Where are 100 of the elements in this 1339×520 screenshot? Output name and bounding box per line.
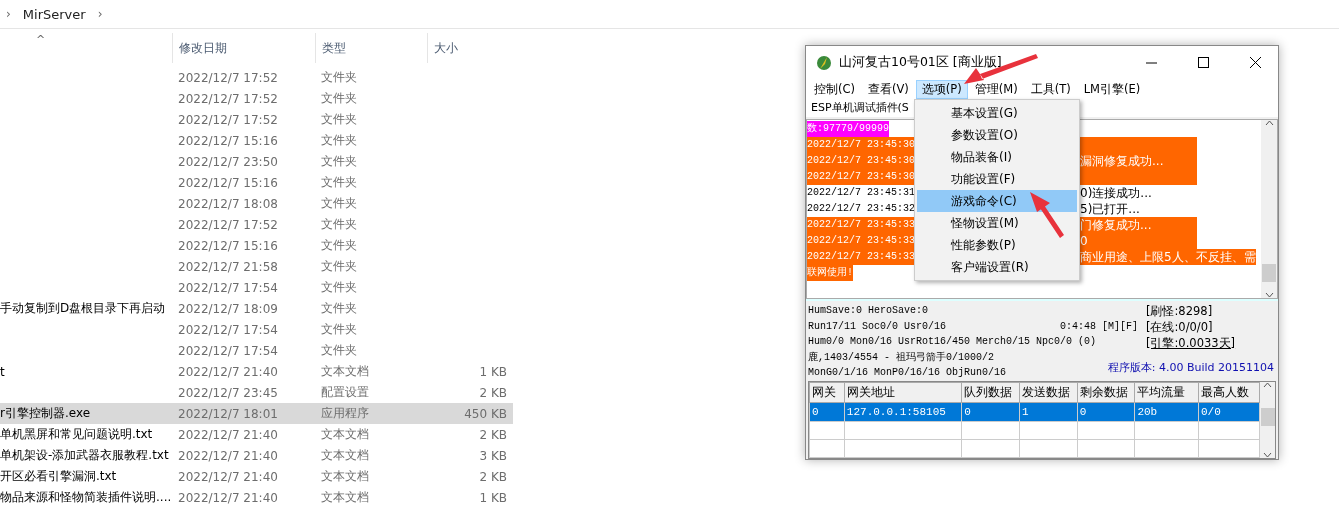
column-header[interactable]: 队列数据 [961, 382, 1020, 403]
file-row[interactable]: 开区必看引擎漏洞.txt 2022/12/7 21:40 文本文档 2 KB [0, 466, 513, 487]
file-row[interactable]: 2022/12/7 17:52 文件夹 [0, 88, 513, 109]
log-text: 数:97779/99999 [807, 121, 889, 137]
menu-item[interactable]: 查看(V) [862, 79, 915, 99]
date-cell: 2022/12/7 17:54 [178, 322, 278, 337]
column-header[interactable]: 网关地址 [844, 382, 962, 403]
log-text: 2022/12/7 23:45:31 [807, 186, 916, 200]
file-row[interactable]: 2022/12/7 15:16 文件夹 [0, 235, 513, 256]
log-text: 2022/12/7 23:45:33 [807, 249, 916, 265]
log-text: 漏洞修复成功... [1080, 153, 1198, 169]
file-row[interactable]: 单机黑屏和常见问题说明.txt 2022/12/7 21:40 文本文档 2 KB [0, 424, 513, 445]
type-cell: 应用程序 [321, 406, 369, 420]
size-cell: 1 KB [479, 364, 507, 379]
log-text: 5)已打开... [1080, 201, 1141, 217]
date-cell: 2022/12/7 21:58 [178, 259, 278, 274]
menu-item[interactable]: 客户端设置(R) [917, 256, 1077, 278]
breadcrumb-item[interactable]: MirServer [22, 6, 86, 22]
column-header[interactable]: 类型 [315, 33, 427, 63]
log-text: 0 [1080, 233, 1198, 249]
date-cell: 2022/12/7 21:40 [178, 427, 278, 442]
scroll-up-icon[interactable] [1263, 382, 1273, 388]
maximize-icon[interactable] [1197, 57, 1209, 68]
type-cell: 文本文档 [321, 427, 369, 441]
column-header[interactable]: 最高人数 [1198, 382, 1260, 403]
type-cell: 文件夹 [321, 196, 357, 210]
breadcrumb-separator: › [6, 7, 11, 21]
column-header[interactable]: 大小 [427, 33, 513, 63]
date-cell: 2022/12/7 15:16 [178, 133, 278, 148]
menu-item[interactable]: 怪物设置(M) [917, 212, 1077, 234]
file-row[interactable]: 2022/12/7 23:45 配置设置 2 KB [0, 382, 513, 403]
size-cell: 2 KB [479, 469, 507, 484]
scroll-down-icon[interactable] [1264, 292, 1274, 298]
date-cell: 2022/12/7 18:01 [178, 406, 278, 421]
arrow-drawing [1030, 192, 1064, 238]
scrollbar-thumb[interactable] [1260, 408, 1275, 426]
file-row[interactable]: 2022/12/7 15:16 文件夹 [0, 130, 513, 151]
column-header[interactable]: 发送数据 [1019, 382, 1078, 403]
scroll-down-icon[interactable] [1263, 452, 1273, 458]
type-cell: 文件夹 [321, 133, 357, 147]
menu-item[interactable]: 选项(P) [915, 79, 968, 99]
date-cell: 2022/12/7 21:40 [178, 490, 278, 505]
file-name: 单机黑屏和常见问题说明.txt [0, 427, 153, 441]
type-cell: 文件夹 [321, 154, 357, 168]
date-cell: 2022/12/7 17:52 [178, 217, 278, 232]
type-cell: 文本文档 [321, 469, 369, 483]
menu-item[interactable]: 参数设置(O) [917, 124, 1077, 146]
menu-item[interactable]: 工具(T) [1024, 79, 1077, 99]
uptime-text: 0:4:48 [M][F] [1060, 319, 1138, 334]
file-row[interactable]: 2022/12/7 17:54 文件夹 [0, 319, 513, 340]
file-row[interactable]: 2022/12/7 17:52 文件夹 [0, 214, 513, 235]
table-row[interactable]: 0 127.0.0.1:58105 0 1 0 20b 0/0 [809, 402, 1260, 422]
size-cell: 450 KB [464, 406, 507, 421]
file-row[interactable]: 2022/12/7 21:58 文件夹 [0, 256, 513, 277]
column-header[interactable]: 网关 [809, 382, 845, 403]
date-cell: 2022/12/7 21:40 [178, 364, 278, 379]
type-cell: 文本文档 [321, 448, 369, 462]
file-row[interactable]: t 2022/12/7 21:40 文本文档 1 KB [0, 361, 513, 382]
file-name: 单机架设-添加武器衣服教程.txt [0, 448, 169, 462]
type-cell: 文本文档 [321, 490, 369, 504]
file-row[interactable]: 单机架设-添加武器衣服教程.txt 2022/12/7 21:40 文本文档 3 KB [0, 445, 513, 466]
menu-item[interactable]: LM引擎(E) [1077, 79, 1147, 99]
status-text: 鹿,1403/4554 - 祖玛弓箭手0/1000/2 [808, 350, 995, 365]
menu-item[interactable]: 控制(C) [808, 79, 861, 99]
type-cell: 文件夹 [321, 91, 357, 105]
breadcrumb-separator[interactable]: › [97, 7, 103, 21]
menu-item[interactable]: ESP单机调试插件(S [811, 101, 909, 114]
menu-item[interactable]: 性能参数(P) [917, 234, 1077, 256]
column-header[interactable]: 修改日期 [172, 33, 315, 63]
scroll-up-icon[interactable] [1264, 120, 1274, 126]
log-text: 2022/12/7 23:45:30 [807, 169, 916, 185]
menu-item[interactable]: 物品装备(I) [917, 146, 1077, 168]
column-header[interactable]: 剩余数据 [1077, 382, 1135, 403]
menu-item[interactable]: 基本设置(G) [917, 102, 1077, 124]
close-icon[interactable] [1249, 57, 1261, 68]
file-row[interactable]: 2022/12/7 23:50 文件夹 [0, 151, 513, 172]
scrollbar-thumb[interactable] [1262, 264, 1276, 282]
menu-item[interactable]: 管理(M) [968, 79, 1024, 99]
log-text: 2022/12/7 23:45:32 [807, 202, 916, 216]
window-title: 山河复古10号01区 [商业版] [839, 54, 1002, 71]
column-header[interactable]: 平均流量 [1134, 382, 1199, 403]
counter-text: [引擎:0.0033天] [1146, 335, 1236, 351]
type-cell: 文本文档 [321, 364, 369, 378]
date-cell: 2022/12/7 17:54 [178, 343, 278, 358]
file-row[interactable]: r引擎控制器.exe 2022/12/7 18:01 应用程序 450 KB [0, 403, 513, 424]
size-cell: 3 KB [479, 448, 507, 463]
file-row[interactable]: 2022/12/7 17:52 文件夹 [0, 67, 513, 88]
app-icon [815, 53, 833, 72]
type-cell: 文件夹 [321, 322, 357, 336]
file-row[interactable]: 2022/12/7 18:08 文件夹 [0, 193, 513, 214]
log-text: 商业用途、上限5人、不反挂、需 [1080, 249, 1256, 265]
menu-item[interactable]: 游戏命令(C) [917, 190, 1077, 212]
file-row[interactable]: 2022/12/7 17:52 文件夹 [0, 109, 513, 130]
file-row[interactable]: 2022/12/7 17:54 文件夹 [0, 277, 513, 298]
menu-item[interactable]: 功能设置(F) [917, 168, 1077, 190]
file-row[interactable]: 物品来源和怪物简装插件说明.... 2022/12/7 21:40 文本文档 1 KB [0, 487, 513, 508]
file-row[interactable]: 手动复制到D盘根目录下再启动 2022/12/7 18:09 文件夹 [0, 298, 513, 319]
file-row[interactable]: 2022/12/7 15:16 文件夹 [0, 172, 513, 193]
type-cell: 文件夹 [321, 70, 357, 84]
file-row[interactable]: 2022/12/7 17:54 文件夹 [0, 340, 513, 361]
